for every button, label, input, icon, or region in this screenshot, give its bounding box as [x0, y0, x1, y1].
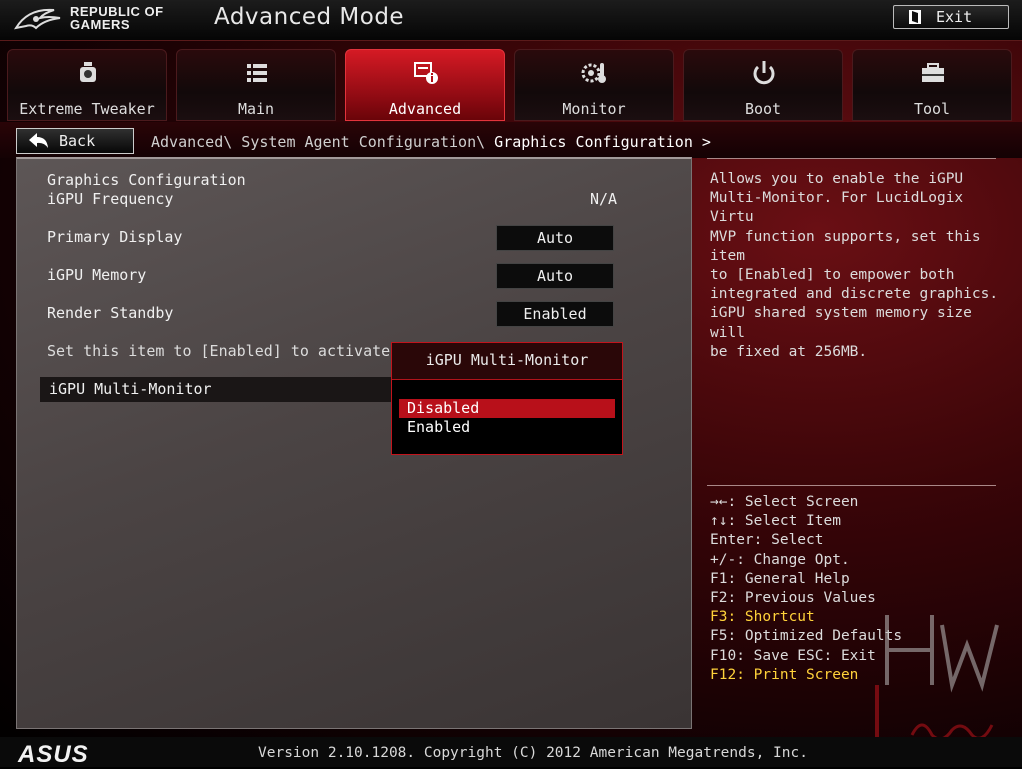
exit-button[interactable]: Exit	[893, 5, 1009, 29]
help-line: be fixed at 256MB.	[710, 343, 868, 360]
back-arrow-icon	[29, 133, 48, 148]
advanced-info-icon	[414, 62, 438, 84]
thermometer-gear-icon	[581, 63, 606, 83]
tab-label: Tool	[913, 100, 951, 118]
igpu-memory-select[interactable]: Auto	[496, 263, 614, 289]
help-line: iGPU shared system memory size will	[710, 305, 972, 341]
section-title: Graphics Configuration	[47, 171, 246, 189]
render-standby-select[interactable]: Enabled	[496, 301, 614, 327]
tab-monitor[interactable]: Monitor	[514, 49, 674, 121]
tab-extreme-tweaker[interactable]: Extreme Tweaker	[7, 49, 167, 121]
render-standby-label: Render Standby	[47, 304, 174, 322]
igpu-frequency-label: iGPU Frequency	[47, 190, 174, 208]
brand-line2: GAMERS	[70, 17, 131, 32]
asus-logo: ASUS	[18, 741, 89, 768]
key-select-item: ↑↓: Select Item	[710, 513, 841, 530]
help-text: Allows you to enable the iGPU Multi-Moni…	[710, 170, 1010, 362]
back-label: Back	[59, 132, 96, 150]
tab-main[interactable]: Main	[176, 49, 336, 121]
popup-option-disabled[interactable]: Disabled	[399, 399, 615, 418]
gauge-icon	[80, 62, 96, 82]
primary-display-label: Primary Display	[47, 228, 183, 246]
power-icon	[753, 61, 775, 85]
help-line: to [Enabled] to empower both	[710, 267, 955, 284]
key-enter: Enter: Select	[710, 532, 824, 549]
popup-option-enabled[interactable]: Enabled	[399, 418, 615, 437]
tab-label: Monitor	[562, 100, 626, 118]
header-bar: REPUBLIC OF GAMERS Advanced Mode Exit	[0, 0, 1022, 41]
help-line: MVP function supports, set this item	[710, 228, 981, 264]
primary-display-select[interactable]: Auto	[496, 225, 614, 251]
igpu-multi-monitor-popup: iGPU Multi-Monitor Disabled Enabled	[391, 342, 623, 455]
tab-label: Main	[237, 100, 275, 118]
help-top-divider	[707, 158, 996, 159]
exit-door-icon	[909, 10, 921, 24]
list-icon	[247, 64, 267, 82]
key-select-screen: →←: Select Screen	[710, 494, 859, 510]
igpu-frequency-value: N/A	[590, 190, 618, 208]
popup-title: iGPU Multi-Monitor	[392, 343, 622, 380]
note-text: Set this item to [Enabled] to activate L…	[47, 342, 436, 360]
main-tabs: Extreme Tweaker Main Advanced Monitor Bo…	[7, 49, 1015, 121]
toolbox-icon	[922, 63, 944, 82]
tab-label: Advanced	[388, 100, 462, 118]
tab-label: Extreme Tweaker	[19, 100, 155, 118]
rog-logo-icon	[14, 8, 61, 30]
page-title: Advanced Mode	[214, 4, 405, 30]
tab-label: Boot	[744, 100, 782, 118]
help-line: Allows you to enable the iGPU	[710, 171, 964, 187]
hwlegend-watermark-logo	[875, 615, 999, 747]
keys-divider	[707, 485, 996, 486]
tab-advanced[interactable]: Advanced	[345, 49, 505, 121]
exit-label: Exit	[936, 8, 973, 26]
back-button[interactable]: Back	[16, 128, 134, 154]
tab-boot[interactable]: Boot	[683, 49, 843, 121]
brand-text: REPUBLIC OF GAMERS	[70, 5, 164, 31]
key-f1: F1: General Help	[710, 570, 850, 587]
tab-tool[interactable]: Tool	[852, 49, 1012, 121]
breadcrumb: Advanced\ System Agent Configuration\ Gr…	[151, 133, 711, 151]
igpu-memory-label: iGPU Memory	[47, 266, 147, 284]
help-line: integrated and discrete graphics.	[710, 286, 999, 303]
breadcrumb-current: Graphics Configuration >	[494, 133, 711, 151]
breadcrumb-path[interactable]: Advanced\ System Agent Configuration\	[151, 133, 494, 151]
key-change-opt: +/-: Change Opt.	[710, 551, 850, 568]
help-line: Multi-Monitor. For LucidLogix Virtu	[710, 190, 964, 226]
version-text: Version 2.10.1208. Copyright (C) 2012 Am…	[258, 745, 808, 761]
igpu-multi-monitor-label: iGPU Multi-Monitor	[49, 380, 212, 398]
